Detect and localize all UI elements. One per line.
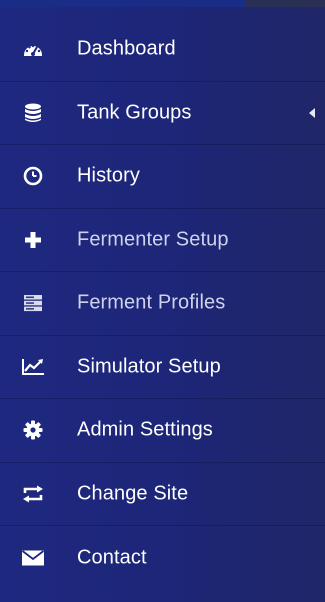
retweet-icon [20, 483, 46, 505]
sidebar-item-label: Admin Settings [77, 418, 213, 441]
sidebar-item-label: History [77, 164, 140, 187]
sidebar-item-ferment-profiles[interactable]: Ferment Profiles [0, 272, 325, 336]
clock-icon [20, 165, 46, 187]
sidebar-nav: Dashboard Tank Groups History Fermenter … [0, 0, 325, 602]
sidebar-item-label: Simulator Setup [77, 355, 221, 378]
sidebar-item-label: Fermenter Setup [77, 228, 229, 251]
sidebar-item-dashboard[interactable]: Dashboard [0, 18, 325, 82]
sidebar-item-tank-groups[interactable]: Tank Groups [0, 82, 325, 145]
chevron-left-icon[interactable] [309, 107, 315, 118]
sidebar-item-label: Ferment Profiles [77, 291, 226, 314]
sidebar-item-history[interactable]: History [0, 145, 325, 209]
sidebar-item-contact[interactable]: Contact [0, 526, 325, 590]
sidebar-item-change-site[interactable]: Change Site [0, 463, 325, 526]
sidebar-item-fermenter-setup[interactable]: Fermenter Setup [0, 209, 325, 272]
line-chart-icon [20, 356, 46, 378]
top-strip-segment [246, 0, 325, 7]
top-strip [0, 0, 325, 7]
sidebar-item-label: Tank Groups [77, 101, 192, 124]
dashboard-icon [20, 38, 46, 60]
sidebar-item-simulator-setup[interactable]: Simulator Setup [0, 336, 325, 399]
gear-icon [20, 419, 46, 441]
sidebar-item-label: Change Site [77, 482, 189, 505]
plus-icon [20, 229, 46, 251]
sidebar-menu: Dashboard Tank Groups History Fermenter … [0, 18, 325, 590]
sidebar-item-admin-settings[interactable]: Admin Settings [0, 399, 325, 463]
database-icon [20, 102, 46, 124]
envelope-icon [20, 547, 46, 569]
sidebar-item-label: Contact [77, 546, 147, 569]
sidebar-item-label: Dashboard [77, 37, 176, 60]
server-icon [20, 292, 46, 314]
